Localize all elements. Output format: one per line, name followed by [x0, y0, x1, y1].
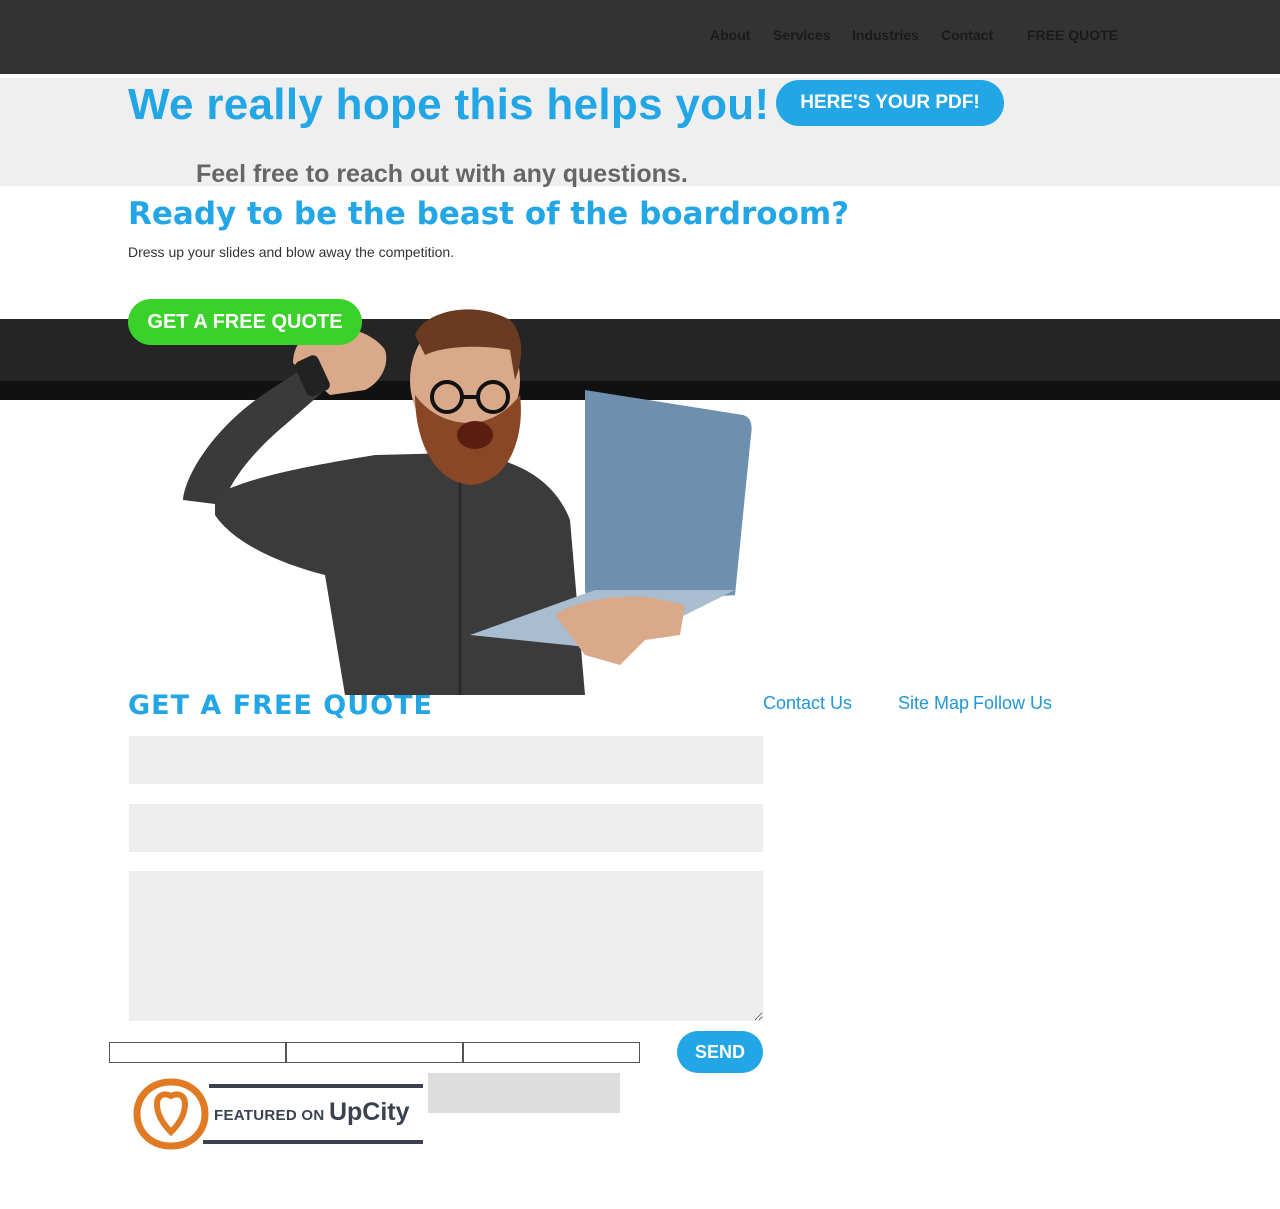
nav-contact[interactable]: Contact [941, 27, 993, 43]
pdf-button[interactable]: HERE'S YOUR PDF! [776, 80, 1004, 126]
extra-input-2[interactable] [286, 1042, 463, 1063]
footer-link-follow-us[interactable]: Follow Us [973, 693, 1052, 714]
open-mouth [457, 421, 493, 449]
upcity-logo-icon [133, 1078, 209, 1150]
laptop-lid [585, 390, 752, 605]
cta-subtitle: Dress up your slides and blow away the c… [128, 244, 455, 260]
hero-subtitle: Feel free to reach out with any question… [196, 160, 688, 188]
name-field[interactable] [129, 736, 763, 784]
nav-free-quote[interactable]: FREE QUOTE [1027, 27, 1118, 43]
extra-input-3[interactable] [463, 1042, 640, 1063]
message-field[interactable] [129, 871, 763, 1021]
upcity-featured-label: FEATURED ON [214, 1107, 325, 1124]
hero-title: We really hope this helps you! [128, 80, 770, 129]
torso [215, 453, 585, 695]
upcity-brand-label: UpCity [328, 1098, 410, 1126]
extra-input-1[interactable] [109, 1042, 286, 1063]
email-field[interactable] [129, 804, 763, 852]
upcity-badge-text: FEATURED ON UpCity [214, 1098, 410, 1127]
man-with-laptop-image [183, 309, 752, 695]
get-free-quote-button[interactable]: GET A FREE QUOTE [128, 299, 362, 345]
footer-link-site-map[interactable]: Site Map [898, 693, 969, 714]
footer-link-contact-us[interactable]: Contact Us [763, 693, 852, 714]
nav-industries[interactable]: Industries [852, 27, 919, 43]
send-button[interactable]: SEND [677, 1031, 763, 1073]
cta-title: Ready to be the beast of the boardroom? [128, 196, 850, 232]
nav-services[interactable]: Services [773, 27, 831, 43]
nav-about[interactable]: About [710, 27, 750, 43]
placeholder-widget [428, 1073, 620, 1113]
